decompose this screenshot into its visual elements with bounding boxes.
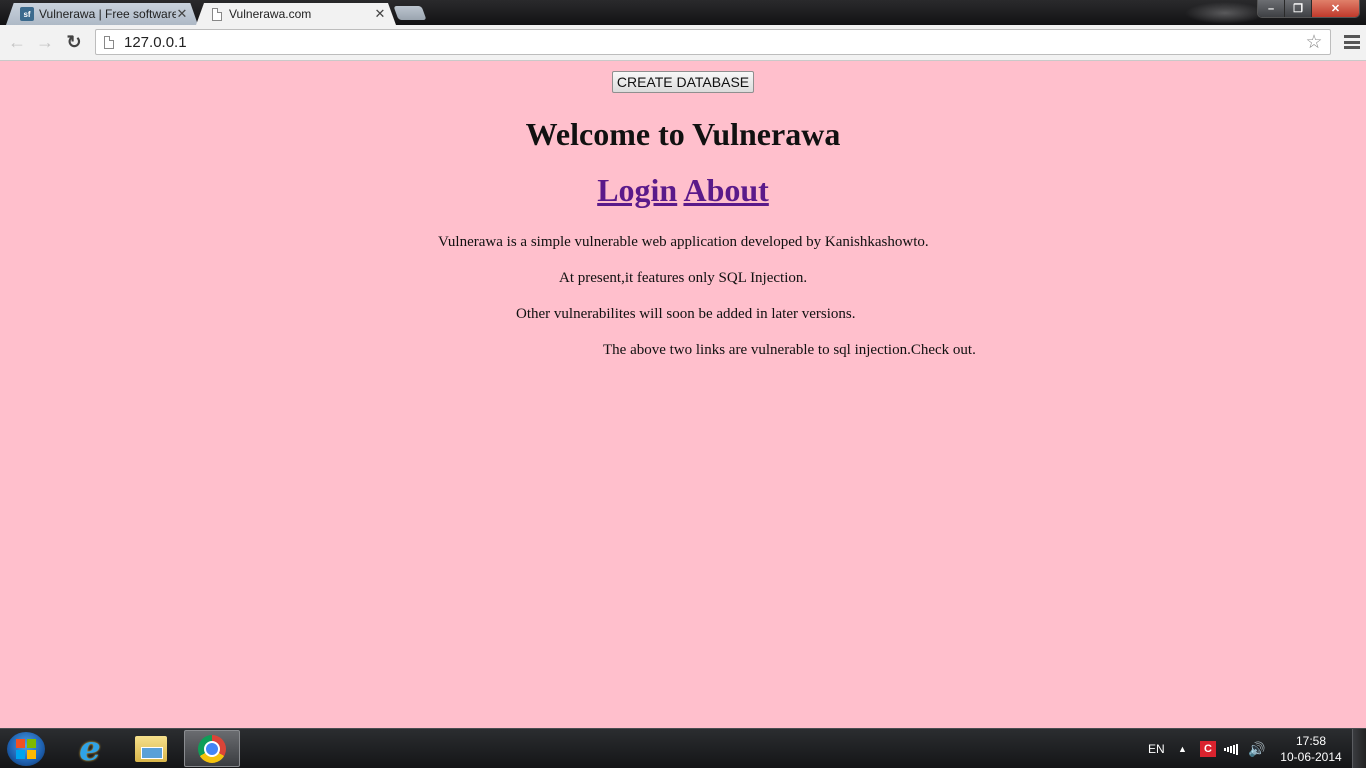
network-signal-icon[interactable] xyxy=(1224,729,1239,768)
browser-titlebar: sf Vulnerawa | Free software ✕ Vulnerawa… xyxy=(0,0,1366,25)
antivirus-tray-icon[interactable]: C xyxy=(1200,741,1216,757)
features-paragraph: At present,it features only SQL Injectio… xyxy=(559,270,808,286)
create-database-button[interactable]: CREATE DATABASE xyxy=(612,71,754,93)
show-desktop-button[interactable] xyxy=(1352,729,1366,768)
hamburger-line xyxy=(1344,35,1360,38)
titlebar-glow xyxy=(1185,2,1265,24)
windows-logo-red xyxy=(16,739,25,748)
reload-button[interactable]: ↻ xyxy=(62,30,86,54)
url-input[interactable] xyxy=(124,33,1302,51)
tab-label: Vulnerawa | Free software xyxy=(39,7,176,21)
show-hidden-icons-button[interactable]: ▲ xyxy=(1178,729,1187,768)
tab-close-icon[interactable]: ✕ xyxy=(374,6,386,22)
hint-paragraph: The above two links are vulnerable to sq… xyxy=(603,342,976,358)
login-link[interactable]: Login xyxy=(597,172,677,208)
description-paragraph: Vulnerawa is a simple vulnerable web app… xyxy=(438,234,929,250)
document-icon xyxy=(210,7,224,21)
taskbar-windows-explorer[interactable] xyxy=(123,730,179,767)
internet-explorer-icon: e xyxy=(79,728,101,768)
browser-toolbar: ← → ↻ ☆ xyxy=(0,25,1366,61)
page-content: CREATE DATABASE Welcome to Vulnerawa Log… xyxy=(0,62,1366,728)
clock-date: 10-06-2014 xyxy=(1280,750,1342,764)
chrome-icon xyxy=(198,734,226,763)
system-clock[interactable]: 17:58 10-06-2014 xyxy=(1276,733,1346,765)
address-bar[interactable]: ☆ xyxy=(95,29,1331,55)
browser-menu-button[interactable] xyxy=(1344,34,1360,50)
window-controls: – ❐ ✕ xyxy=(1257,0,1360,18)
folder-icon xyxy=(135,735,167,762)
taskbar: e EN ▲ C 🔊 17:58 10-06-2014 xyxy=(0,728,1366,768)
windows-logo-green xyxy=(27,739,36,748)
tab-vulnerawa-sourceforge[interactable]: sf Vulnerawa | Free software ✕ xyxy=(6,3,198,25)
hamburger-line xyxy=(1344,46,1360,49)
start-button[interactable] xyxy=(7,732,45,766)
tab-label: Vulnerawa.com xyxy=(229,7,312,21)
nav-links: Login About xyxy=(0,172,1366,209)
hamburger-line xyxy=(1344,40,1360,44)
back-button[interactable]: ← xyxy=(5,30,29,54)
bookmark-star-icon[interactable]: ☆ xyxy=(1302,31,1326,54)
forward-button[interactable]: → xyxy=(33,30,57,54)
language-indicator[interactable]: EN xyxy=(1148,729,1165,768)
volume-icon[interactable]: 🔊 xyxy=(1248,729,1265,768)
future-paragraph: Other vulnerabilites will soon be added … xyxy=(516,306,856,322)
new-tab-button[interactable] xyxy=(393,6,427,20)
windows-logo-blue xyxy=(16,750,25,759)
tab-vulnerawa-com[interactable]: Vulnerawa.com ✕ xyxy=(196,3,396,25)
close-window-button[interactable]: ✕ xyxy=(1312,0,1359,17)
minimize-button[interactable]: – xyxy=(1258,0,1285,17)
about-link[interactable]: About xyxy=(683,172,768,208)
tab-close-icon[interactable]: ✕ xyxy=(176,6,188,22)
sourceforge-icon: sf xyxy=(20,7,34,21)
maximize-button[interactable]: ❐ xyxy=(1285,0,1312,17)
page-info-icon[interactable] xyxy=(104,35,114,49)
taskbar-google-chrome[interactable] xyxy=(184,730,240,767)
page-title: Welcome to Vulnerawa xyxy=(525,116,841,152)
windows-logo-yellow xyxy=(27,750,36,759)
clock-time: 17:58 xyxy=(1295,734,1327,748)
taskbar-internet-explorer[interactable]: e xyxy=(62,730,118,767)
